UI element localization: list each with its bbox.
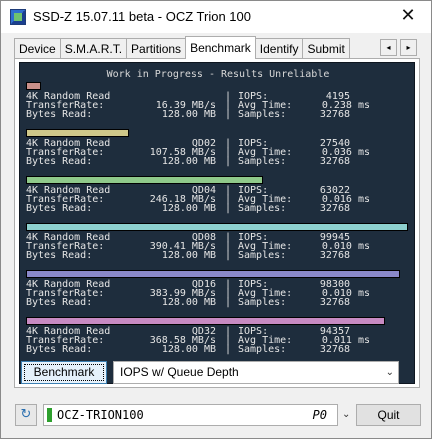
result-bar xyxy=(26,129,129,137)
samples-label: Samples: xyxy=(238,156,287,167)
tab-benchmark[interactable]: Benchmark xyxy=(185,36,256,59)
bytes-label: Bytes Read: xyxy=(26,250,93,261)
bytes-label: Bytes Read: xyxy=(26,156,93,167)
samples-value: 32768 xyxy=(319,203,350,214)
drive-status-led xyxy=(47,408,52,422)
tab-submit[interactable]: Submit xyxy=(302,38,350,59)
tab-partitions[interactable]: Partitions xyxy=(126,38,187,59)
samples-label: Samples: xyxy=(238,109,287,120)
quit-button[interactable]: Quit xyxy=(356,404,421,426)
app-window: SSD-Z 15.07.11 beta - OCZ Trion 100 ✕ De… xyxy=(0,0,432,439)
tab-device[interactable]: Device xyxy=(14,38,61,59)
drive-port: P0 xyxy=(312,408,327,422)
result-block: 4K Random Read TransferRate: Bytes Read: QD… xyxy=(20,280,416,320)
samples-value: 32768 xyxy=(319,156,350,167)
samples-value: 32768 xyxy=(319,250,350,261)
result-block: 4K Random Read TransferRate: Bytes Read: QD… xyxy=(20,186,416,226)
chevron-down-icon: ⌄ xyxy=(385,367,394,378)
drive-selector[interactable]: OCZ-TRION100 P0 xyxy=(43,404,338,426)
tab-scroll-right-icon[interactable]: ▸ xyxy=(400,39,417,56)
bytes-value: 128.00 MB xyxy=(161,297,216,308)
tab-bar: Device S.M.A.R.T. Partitions Benchmark I… xyxy=(14,36,350,59)
bytes-label: Bytes Read: xyxy=(26,344,93,355)
samples-label: Samples: xyxy=(238,250,287,261)
samples-value: 32768 xyxy=(319,344,350,355)
bytes-label: Bytes Read: xyxy=(26,297,93,308)
benchmark-button[interactable]: Benchmark xyxy=(21,361,107,384)
refresh-icon[interactable]: ↻ xyxy=(15,404,37,426)
tab-smart[interactable]: S.M.A.R.T. xyxy=(59,38,128,59)
tab-identify[interactable]: Identify xyxy=(254,38,304,59)
column-separator: | xyxy=(225,109,232,120)
column-separator: | xyxy=(225,250,232,261)
bytes-label: Bytes Read: xyxy=(26,203,93,214)
tab-scroll-left-icon[interactable]: ◂ xyxy=(380,39,397,56)
bytes-value: 128.00 MB xyxy=(161,156,216,167)
samples-label: Samples: xyxy=(238,344,287,355)
result-block: 4K Random Read TransferRate: Bytes Read: QD… xyxy=(20,139,416,179)
title-bar[interactable]: SSD-Z 15.07.11 beta - OCZ Trion 100 ✕ xyxy=(1,1,431,33)
samples-value: 32768 xyxy=(319,109,350,120)
drive-chevron-down-icon[interactable]: ⌄ xyxy=(342,409,350,420)
benchmark-output: Work in Progress - Results Unreliable 4K… xyxy=(19,62,415,384)
bytes-label: Bytes Read: xyxy=(26,109,93,120)
samples-value: 32768 xyxy=(319,297,350,308)
window-title: SSD-Z 15.07.11 beta - OCZ Trion 100 xyxy=(33,9,251,24)
column-separator: | xyxy=(225,344,232,355)
column-separator: | xyxy=(225,297,232,308)
result-bar xyxy=(26,82,41,90)
column-separator: | xyxy=(225,203,232,214)
drive-name: OCZ-TRION100 xyxy=(57,408,144,422)
benchmark-panel: Work in Progress - Results Unreliable 4K… xyxy=(14,58,420,388)
app-icon xyxy=(10,9,26,25)
samples-label: Samples: xyxy=(238,297,287,308)
result-bar xyxy=(26,270,400,278)
result-bar xyxy=(26,223,408,231)
bytes-value: 128.00 MB xyxy=(161,109,216,120)
samples-label: Samples: xyxy=(238,203,287,214)
bytes-value: 128.00 MB xyxy=(161,344,216,355)
result-bar xyxy=(26,317,385,325)
bytes-value: 128.00 MB xyxy=(161,250,216,261)
benchmark-warning: Work in Progress - Results Unreliable xyxy=(106,69,330,80)
close-icon[interactable]: ✕ xyxy=(391,1,425,31)
bytes-value: 128.00 MB xyxy=(161,203,216,214)
benchmark-mode-value: IOPS w/ Queue Depth xyxy=(120,365,239,379)
column-separator: | xyxy=(225,156,232,167)
benchmark-mode-select[interactable]: IOPS w/ Queue Depth ⌄ xyxy=(113,361,399,384)
result-block: 4K Random Read TransferRate: Bytes Read: QD… xyxy=(20,233,416,273)
result-bar xyxy=(26,176,263,184)
result-block: 4K Random Read TransferRate: Bytes Read: 16… xyxy=(20,92,416,132)
